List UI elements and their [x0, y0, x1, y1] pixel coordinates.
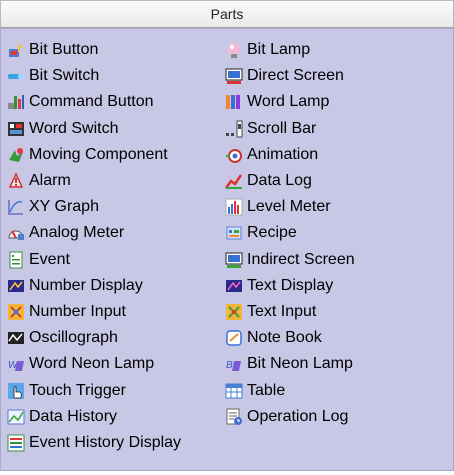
parts-item-label: Moving Component	[29, 145, 168, 163]
word-neon-lamp-icon: W	[7, 355, 25, 373]
parts-item-label: Touch Trigger	[29, 381, 126, 399]
parts-item-label: Indirect Screen	[247, 250, 355, 268]
parts-item-number-input[interactable]: Number Input	[7, 299, 181, 325]
data-history-icon	[7, 408, 25, 426]
parts-panel: Parts Bit Button Bit Switch Command Button…	[0, 0, 454, 475]
table-icon	[225, 382, 243, 400]
parts-item-label: Recipe	[247, 224, 297, 242]
bit-switch-icon	[7, 67, 25, 85]
touch-trigger-icon	[7, 382, 25, 400]
parts-item-bit-switch[interactable]: Bit Switch	[7, 63, 181, 89]
parts-item-event[interactable]: Event	[7, 247, 181, 273]
oscillograph-icon	[7, 329, 25, 347]
alarm-icon	[7, 172, 25, 190]
parts-item-label: Table	[247, 381, 286, 399]
word-lamp-icon	[225, 93, 243, 111]
parts-item-word-neon-lamp[interactable]: W Word Neon Lamp	[7, 351, 181, 377]
parts-item-table[interactable]: Table	[225, 377, 355, 403]
parts-item-label: Word Neon Lamp	[29, 355, 155, 373]
event-history-display-icon	[7, 434, 25, 452]
parts-item-event-history-display[interactable]: Event History Display	[7, 430, 181, 456]
parts-item-data-log[interactable]: Data Log	[225, 168, 355, 194]
text-display-icon	[225, 277, 243, 295]
parts-item-touch-trigger[interactable]: Touch Trigger	[7, 377, 181, 403]
parts-item-label: Oscillograph	[29, 329, 118, 347]
parts-item-label: Event	[29, 250, 70, 268]
parts-item-moving-component[interactable]: Moving Component	[7, 142, 181, 168]
parts-item-animation[interactable]: Animation	[225, 142, 355, 168]
parts-item-level-meter[interactable]: Level Meter	[225, 194, 355, 220]
moving-component-icon	[7, 146, 25, 164]
parts-item-label: Number Display	[29, 276, 143, 294]
parts-item-label: Number Input	[29, 302, 126, 320]
parts-item-bit-button[interactable]: Bit Button	[7, 37, 181, 63]
data-log-icon	[225, 172, 243, 190]
bit-button-icon	[7, 41, 25, 59]
parts-item-label: Bit Button	[29, 41, 99, 59]
text-input-icon	[225, 303, 243, 321]
parts-column-left: Bit Button Bit Switch Command Button Word S…	[7, 37, 181, 456]
parts-item-label: Bit Neon Lamp	[247, 355, 353, 373]
parts-item-label: Word Lamp	[247, 93, 330, 111]
parts-item-label: Alarm	[29, 172, 71, 190]
parts-item-label: Text Input	[247, 302, 317, 320]
indirect-screen-icon	[225, 251, 243, 269]
parts-item-label: Level Meter	[247, 198, 331, 216]
xy-graph-icon	[7, 198, 25, 216]
parts-item-scroll-bar[interactable]: Scroll Bar	[225, 116, 355, 142]
operation-log-icon	[225, 408, 243, 426]
parts-item-word-lamp[interactable]: Word Lamp	[225, 89, 355, 115]
parts-item-bit-lamp[interactable]: Bit Lamp	[225, 37, 355, 63]
parts-item-analog-meter[interactable]: Analog Meter	[7, 220, 181, 246]
event-icon	[7, 251, 25, 269]
parts-item-oscillograph[interactable]: Oscillograph	[7, 325, 181, 351]
parts-item-alarm[interactable]: Alarm	[7, 168, 181, 194]
parts-item-label: Animation	[247, 145, 319, 163]
panel-title: Parts	[0, 0, 454, 28]
parts-item-text-input[interactable]: Text Input	[225, 299, 355, 325]
parts-item-recipe[interactable]: Recipe	[225, 220, 355, 246]
parts-item-label: Direct Screen	[247, 67, 344, 85]
bit-neon-lamp-icon: B	[225, 355, 243, 373]
parts-item-operation-log[interactable]: Operation Log	[225, 404, 355, 430]
parts-item-indirect-screen[interactable]: Indirect Screen	[225, 247, 355, 273]
parts-item-label: Command Button	[29, 93, 154, 111]
level-meter-icon	[225, 198, 243, 216]
parts-item-bit-neon-lamp[interactable]: B Bit Neon Lamp	[225, 351, 355, 377]
number-input-icon	[7, 303, 25, 321]
parts-item-note-book[interactable]: Note Book	[225, 325, 355, 351]
word-switch-icon	[7, 120, 25, 138]
parts-item-label: Data Log	[247, 172, 312, 190]
parts-item-label: Operation Log	[247, 407, 349, 425]
parts-item-label: XY Graph	[29, 198, 99, 216]
parts-item-label: Event History Display	[29, 433, 182, 451]
parts-item-label: Text Display	[247, 276, 334, 294]
parts-item-number-display[interactable]: Number Display	[7, 273, 181, 299]
parts-item-data-history[interactable]: Data History	[7, 404, 181, 430]
svg-text:B: B	[226, 360, 233, 371]
note-book-icon	[225, 329, 243, 347]
parts-item-label: Bit Lamp	[247, 41, 311, 59]
number-display-icon	[7, 277, 25, 295]
animation-icon	[225, 146, 243, 164]
parts-column-right: Bit Lamp Direct Screen Word Lamp Scroll Bar…	[225, 37, 355, 430]
recipe-icon	[225, 224, 243, 242]
command-button-icon	[7, 93, 25, 111]
parts-item-label: Word Switch	[29, 119, 119, 137]
parts-item-label: Scroll Bar	[247, 119, 317, 137]
direct-screen-icon	[225, 67, 243, 85]
scroll-bar-icon	[225, 120, 243, 138]
parts-item-text-display[interactable]: Text Display	[225, 273, 355, 299]
parts-item-label: Analog Meter	[29, 224, 125, 242]
parts-item-label: Data History	[29, 407, 118, 425]
parts-item-xy-graph[interactable]: XY Graph	[7, 194, 181, 220]
bit-lamp-icon	[225, 41, 243, 59]
parts-list: Bit Button Bit Switch Command Button Word S…	[0, 28, 454, 471]
parts-item-label: Bit Switch	[29, 67, 100, 85]
parts-item-direct-screen[interactable]: Direct Screen	[225, 63, 355, 89]
parts-item-word-switch[interactable]: Word Switch	[7, 116, 181, 142]
analog-meter-icon	[7, 224, 25, 242]
parts-item-label: Note Book	[247, 329, 322, 347]
parts-item-command-button[interactable]: Command Button	[7, 89, 181, 115]
